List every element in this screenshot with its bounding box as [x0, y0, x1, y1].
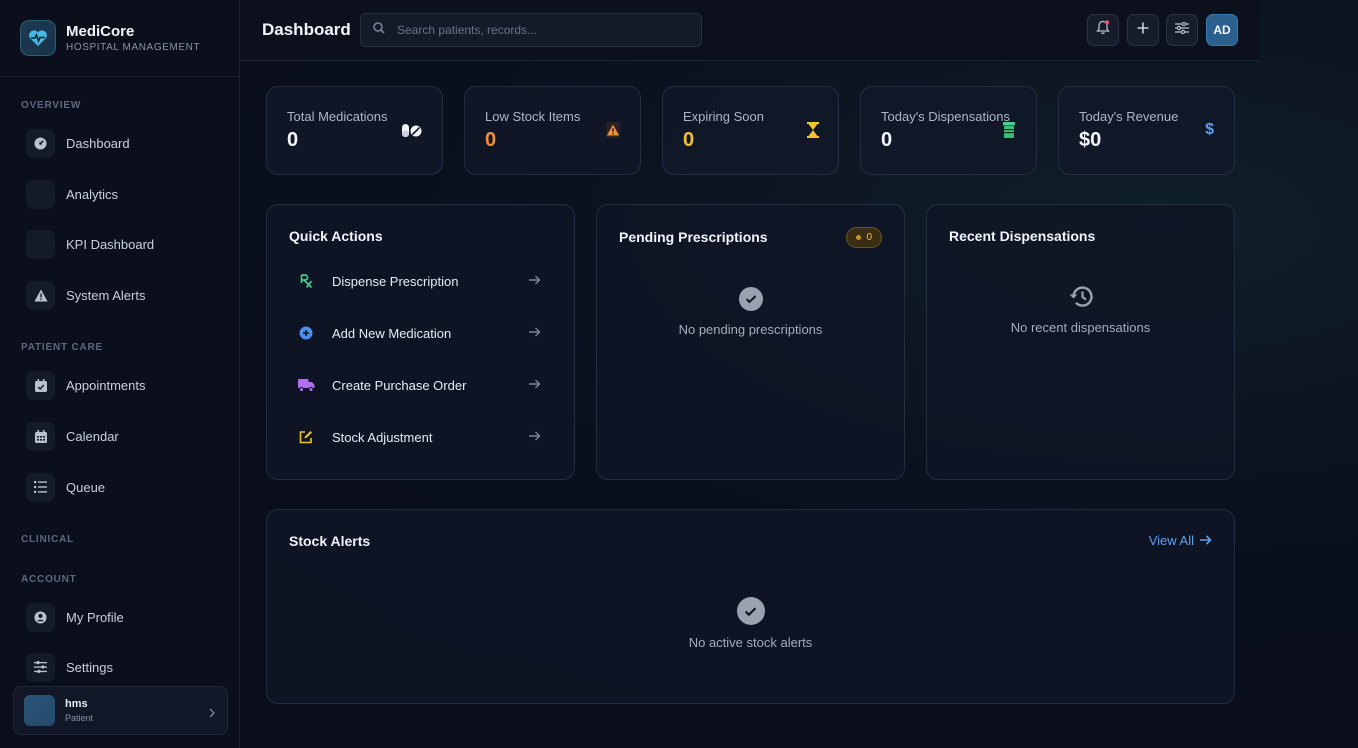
filters-button[interactable] — [1166, 14, 1198, 46]
stat-card-todays-revenue: Today's Revenue $0 $ — [1058, 86, 1235, 175]
panel-title: Quick Actions — [289, 228, 383, 244]
panel-title: Stock Alerts — [289, 533, 371, 549]
section-clinical: CLINICAL — [21, 534, 75, 545]
pending-count-badge: 0 — [846, 227, 882, 248]
user-circle-icon — [26, 602, 55, 632]
empty-state-text: No recent dispensations — [1010, 320, 1151, 335]
search-bar[interactable] — [360, 13, 702, 47]
arrow-right-icon — [529, 272, 541, 290]
check-circle-icon — [736, 597, 765, 625]
pending-prescriptions-panel: Pending Prescriptions 0 No pending presc… — [596, 204, 905, 480]
panel-title: Pending Prescriptions — [619, 229, 768, 245]
status-dot — [856, 235, 862, 240]
calendar-icon — [26, 421, 55, 451]
gauge-icon — [26, 128, 55, 158]
add-button[interactable] — [1127, 14, 1159, 46]
add-new-medication-button[interactable]: Add New Medication — [289, 315, 547, 351]
sidebar-item-analytics[interactable]: Analytics — [26, 179, 226, 209]
badge-count: 0 — [866, 232, 872, 243]
user-avatar-button[interactable]: AD — [1206, 14, 1238, 46]
panel-title: Recent Dispensations — [949, 228, 1096, 244]
sliders-icon — [1175, 21, 1189, 39]
action-label: Add New Medication — [332, 325, 452, 341]
stock-alerts-panel: Stock Alerts View All No active stock al… — [266, 509, 1235, 704]
avatar — [24, 695, 55, 726]
brand-subtitle: HOSPITAL MANAGEMENT — [66, 42, 201, 53]
plus-circle-icon — [296, 326, 316, 340]
warning-icon — [606, 122, 620, 143]
section-patient-care: PATIENT CARE — [21, 342, 104, 353]
hourglass-icon — [807, 122, 819, 143]
sidebar-item-dashboard[interactable]: Dashboard — [26, 128, 226, 158]
chevron-right-icon — [209, 705, 215, 723]
sidebar-item-queue[interactable]: Queue — [26, 472, 226, 502]
sidebar-item-label: My Profile — [66, 609, 124, 625]
brand-name: MediCore — [66, 23, 135, 40]
sidebar-item-label: Analytics — [66, 186, 119, 202]
sidebar-item-label: KPI Dashboard — [66, 236, 155, 252]
sidebar-item-label: Settings — [66, 659, 113, 675]
section-overview: OVERVIEW — [21, 100, 82, 111]
user-role: Patient — [65, 713, 94, 723]
sidebar-item-label: System Alerts — [66, 287, 146, 303]
stat-card-todays-dispensations: Today's Dispensations 0 — [860, 86, 1037, 175]
user-card[interactable]: hms Patient — [13, 686, 228, 735]
dispense-prescription-button[interactable]: Dispense Prescription — [289, 263, 547, 299]
arrow-right-icon — [529, 428, 541, 446]
heart-pulse-icon — [20, 20, 56, 56]
empty-state-text: No active stock alerts — [688, 635, 813, 650]
stat-card-low-stock: Low Stock Items 0 — [464, 86, 641, 175]
user-name: hms — [65, 698, 88, 710]
sidebar-item-settings[interactable]: Settings — [26, 652, 226, 682]
sidebar-item-system-alerts[interactable]: System Alerts — [26, 280, 226, 310]
sidebar-item-label: Dashboard — [66, 135, 130, 151]
chart-icon — [26, 179, 55, 209]
create-purchase-order-button[interactable]: Create Purchase Order — [289, 367, 547, 403]
quick-actions-panel: Quick Actions Dispense Prescription Add … — [266, 204, 575, 480]
rx-icon — [296, 274, 316, 288]
prescription-bottle-icon — [1003, 122, 1015, 143]
search-icon — [373, 21, 385, 39]
recent-dispensations-panel: Recent Dispensations No recent dispensat… — [926, 204, 1235, 480]
stat-card-total-medications: Total Medications 0 — [266, 86, 443, 175]
calendar-check-icon — [26, 370, 55, 400]
action-label: Stock Adjustment — [332, 429, 433, 445]
brand[interactable]: MediCore HOSPITAL MANAGEMENT — [0, 0, 239, 77]
notifications-button[interactable] — [1087, 14, 1119, 46]
pills-icon — [401, 122, 423, 143]
dollar-icon: $ — [1205, 121, 1214, 138]
action-label: Create Purchase Order — [332, 377, 467, 393]
sidebar-item-appointments[interactable]: Appointments — [26, 370, 226, 400]
edit-icon — [296, 430, 316, 444]
section-account: ACCOUNT — [21, 574, 77, 585]
check-circle-icon — [738, 287, 763, 311]
history-icon — [1068, 284, 1094, 314]
stat-card-expiring-soon: Expiring Soon 0 — [662, 86, 839, 175]
arrow-right-icon — [1200, 533, 1212, 548]
sidebar-item-calendar[interactable]: Calendar — [26, 421, 226, 451]
top-header: Dashboard AD — [240, 0, 1260, 61]
kpi-icon — [26, 229, 55, 259]
sliders-icon — [26, 652, 55, 682]
arrow-right-icon — [529, 324, 541, 342]
empty-state-text: No pending prescriptions — [678, 322, 823, 337]
view-all-link[interactable]: View All — [1149, 533, 1212, 548]
sidebar-item-kpi-dashboard[interactable]: KPI Dashboard — [26, 229, 226, 259]
sidebar: MediCore HOSPITAL MANAGEMENT OVERVIEW Da… — [0, 0, 240, 748]
arrow-right-icon — [529, 376, 541, 394]
stock-adjustment-button[interactable]: Stock Adjustment — [289, 419, 547, 455]
view-all-label: View All — [1148, 533, 1194, 548]
action-label: Dispense Prescription — [332, 273, 459, 289]
warning-icon — [26, 280, 55, 310]
page-title: Dashboard — [262, 20, 351, 39]
bell-icon — [1096, 20, 1110, 40]
sidebar-item-label: Appointments — [66, 377, 146, 393]
sidebar-item-my-profile[interactable]: My Profile — [26, 602, 226, 632]
search-input[interactable] — [397, 23, 687, 37]
plus-icon — [1137, 21, 1149, 39]
sidebar-item-label: Queue — [66, 479, 106, 495]
truck-icon — [296, 378, 316, 392]
list-icon — [26, 472, 55, 502]
sidebar-item-label: Calendar — [66, 428, 119, 444]
